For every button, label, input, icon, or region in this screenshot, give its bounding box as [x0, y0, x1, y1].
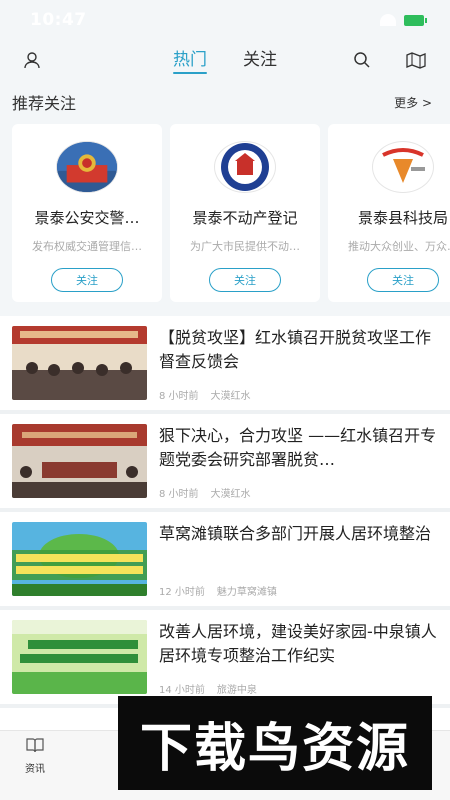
news-item[interactable]: 草窝滩镇联合多部门开展人居环境整治 12 小时前 魅力草窝滩镇	[0, 512, 450, 610]
news-time: 8 小时前	[159, 489, 199, 500]
nav-tabs: 热门 关注	[0, 40, 450, 80]
tab-follow[interactable]: 关注	[243, 40, 277, 80]
recommended-cards: 景泰公安交警… 发布权威交通管理信… 关注 景泰不动产登记 为广大市民提供不动……	[0, 124, 450, 304]
news-list: 【脱贫攻坚】红水镇召开脱贫攻坚工作督查反馈会 8 小时前 大漠红水 狠下决心，合…	[0, 316, 450, 708]
tab-hot[interactable]: 热门	[173, 40, 207, 80]
recommended-card[interactable]: 景泰县科技局 推动大众创业、万众… 关注	[328, 124, 450, 302]
wifi-icon	[380, 14, 396, 26]
map-icon[interactable]	[404, 48, 428, 72]
top-nav: 热门 关注	[0, 40, 450, 80]
police-emblem-logo	[56, 141, 118, 193]
news-title: 草窝滩镇联合多部门开展人居环境整治	[159, 524, 432, 543]
watermark-text: 下载鸟资源	[139, 718, 410, 779]
tab-news[interactable]: 资讯	[0, 737, 70, 775]
news-title: 【脱贫攻坚】红水镇召开脱贫攻坚工作督查反馈会	[159, 328, 432, 371]
news-title: 改善人居环境，建设美好家园-中泉镇人居环境专项整治工作纪实	[159, 622, 437, 665]
status-time: 10:47	[30, 10, 87, 30]
news-title: 狠下决心，合力攻坚 ——红水镇召开专题党委会研究部署脱贫…	[159, 426, 437, 469]
follow-button[interactable]: 关注	[51, 268, 123, 292]
recommended-card[interactable]: 景泰不动产登记 为广大市民提供不动… 关注	[170, 124, 320, 302]
search-icon[interactable]	[350, 48, 374, 72]
news-meta: 8 小时前 大漠红水	[159, 485, 438, 502]
follow-button[interactable]: 关注	[367, 268, 439, 292]
recommended-header: 推荐关注 更多 >	[0, 80, 450, 124]
book-icon	[26, 737, 44, 757]
news-source: 魅力草窝滩镇	[216, 587, 277, 598]
news-item[interactable]: 狠下决心，合力攻坚 ——红水镇召开专题党委会研究部署脱贫… 8 小时前 大漠红水	[0, 414, 450, 512]
news-thumbnail	[12, 326, 147, 400]
more-link[interactable]: 更多 >	[394, 94, 432, 111]
card-name: 景泰县科技局	[357, 209, 448, 227]
real-estate-seal-logo	[214, 141, 276, 193]
status-bar: 10:47	[0, 0, 450, 40]
news-thumbnail	[12, 522, 147, 596]
card-name: 景泰不动产登记	[192, 209, 298, 227]
card-desc: 发布权威交通管理信…	[32, 240, 142, 253]
tab-label: 资讯	[25, 764, 45, 775]
news-time: 8 小时前	[159, 391, 199, 402]
recommended-section: 推荐关注 更多 > 景泰公安交警… 发布权威交通管理信… 关注 景泰不动产登记 …	[0, 80, 450, 316]
battery-icon	[404, 14, 427, 26]
follow-button[interactable]: 关注	[209, 268, 281, 292]
news-meta: 8 小时前 大漠红水	[159, 387, 438, 404]
watermark-banner: 下载鸟资源	[118, 696, 432, 790]
news-source: 大漠红水	[210, 391, 251, 402]
recommended-card[interactable]: 景泰公安交警… 发布权威交通管理信… 关注	[12, 124, 162, 302]
recommended-title: 推荐关注	[12, 94, 77, 113]
news-item[interactable]: 【脱贫攻坚】红水镇召开脱贫攻坚工作督查反馈会 8 小时前 大漠红水	[0, 316, 450, 414]
news-item[interactable]: 改善人居环境，建设美好家园-中泉镇人居环境专项整治工作纪实 14 小时前 旅游中…	[0, 610, 450, 708]
card-name: 景泰公安交警…	[34, 209, 140, 227]
news-thumbnail	[12, 620, 147, 694]
science-bureau-logo	[372, 141, 434, 193]
news-source: 旅游中泉	[216, 685, 257, 696]
news-meta: 12 小时前 魅力草窝滩镇	[159, 583, 438, 600]
news-time: 14 小时前	[159, 685, 205, 696]
news-source: 大漠红水	[210, 489, 251, 500]
news-time: 12 小时前	[159, 587, 205, 598]
card-desc: 推动大众创业、万众…	[348, 240, 450, 253]
news-thumbnail	[12, 424, 147, 498]
card-desc: 为广大市民提供不动…	[190, 240, 300, 253]
status-icons	[380, 14, 427, 26]
